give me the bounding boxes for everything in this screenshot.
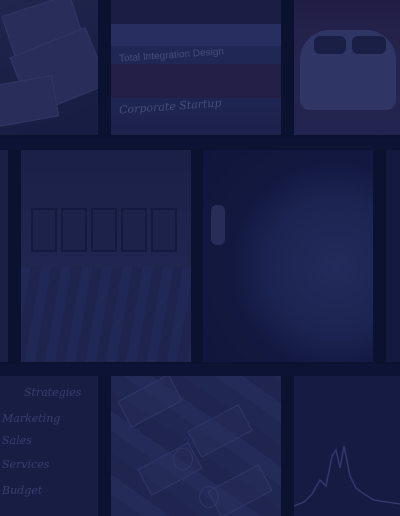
note-line: Services <box>2 458 50 471</box>
image-tile-warehouse[interactable] <box>21 150 191 362</box>
car-window <box>352 36 386 54</box>
image-tile-graph[interactable] <box>294 376 400 516</box>
shelf <box>61 208 87 252</box>
bill <box>137 442 203 496</box>
note-line: Marketing <box>2 412 61 425</box>
graph-line <box>294 445 400 507</box>
image-tile-car[interactable] <box>294 0 400 135</box>
image-tile-edge-right[interactable] <box>386 150 400 362</box>
row-gap <box>0 364 400 376</box>
row-gap <box>0 137 400 149</box>
note-heading: Strategies <box>24 386 82 399</box>
image-tile-edge-left[interactable] <box>0 150 8 362</box>
book-title-text: Total Integration Design <box>118 46 225 65</box>
bill-portrait <box>173 448 193 470</box>
bill-portrait <box>199 486 219 508</box>
book-handwritten-text: Corporate Startup <box>118 96 222 117</box>
book-band <box>111 24 281 46</box>
image-tile-papers[interactable] <box>0 0 98 135</box>
image-tile-money[interactable] <box>111 376 281 516</box>
shelf <box>151 208 177 252</box>
shelf <box>91 208 117 252</box>
bill <box>187 404 253 458</box>
note-line: Sales <box>2 434 32 447</box>
car-window <box>314 36 346 54</box>
note-line: Budget <box>2 484 43 497</box>
floor <box>21 267 191 362</box>
bill <box>117 376 183 428</box>
shelf <box>121 208 147 252</box>
paper-sheet <box>0 74 60 128</box>
book-band <box>111 0 281 24</box>
shelf <box>31 208 57 252</box>
image-tile-globe[interactable] <box>203 150 373 362</box>
image-tile-book[interactable]: Total Integration Design Corporate Start… <box>111 0 281 135</box>
lamp <box>211 205 225 245</box>
book-band <box>111 64 281 98</box>
image-tile-notes[interactable]: Strategies Marketing Sales Services Budg… <box>0 376 98 516</box>
